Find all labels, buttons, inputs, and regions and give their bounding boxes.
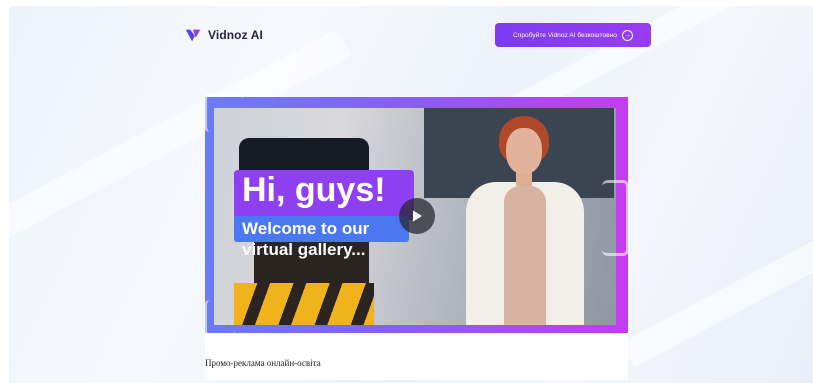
page: Vidnoz AI Спробуйте Vidnoz AI безкоштовн… [0, 0, 813, 383]
video-card: Hi, guys! Welcome to our virtual gallery… [205, 97, 628, 380]
decorative-corner [204, 300, 235, 337]
video-subline-1: Welcome to our [242, 219, 370, 238]
brand-name: Vidnoz AI [208, 28, 263, 42]
presenter-face [506, 128, 542, 174]
background-light-streak [621, 192, 813, 368]
video-subline-2: virtual gallery... [242, 240, 366, 259]
decorative-corner [204, 93, 243, 132]
play-icon [413, 210, 422, 222]
presenter-top [504, 186, 546, 325]
brand-logo[interactable]: Vidnoz AI [184, 26, 263, 44]
try-free-button[interactable]: Спробуйте Vidnoz AI безкоштовно → [495, 23, 651, 47]
try-free-button-label: Спробуйте Vidnoz AI безкоштовно [513, 31, 617, 39]
video-caption: Промо-реклама онлайн-освіта [205, 358, 321, 368]
video-headline: Hi, guys! [242, 171, 386, 209]
arrow-right-circle-icon: → [621, 29, 633, 41]
graduate-stole [234, 283, 374, 325]
video-player[interactable]: Hi, guys! Welcome to our virtual gallery… [205, 97, 628, 333]
decorative-corner [602, 180, 629, 256]
vidnoz-logo-icon [185, 29, 201, 42]
play-button[interactable] [399, 198, 435, 234]
